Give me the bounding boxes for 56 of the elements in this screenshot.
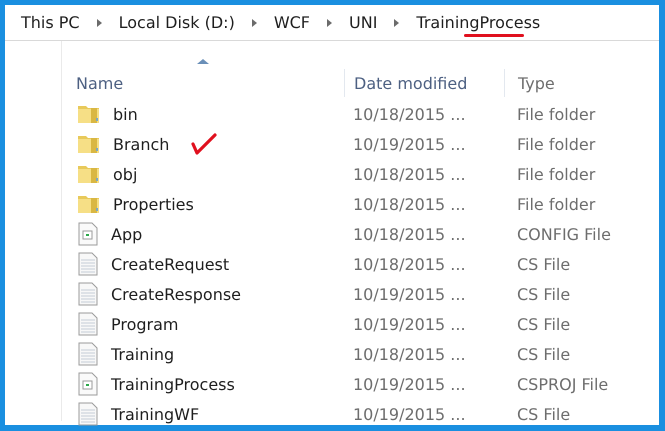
type-cell: CS File [517,284,570,304]
type-cell: CS File [517,254,570,274]
date-cell: 10/19/2015 ... [353,314,466,334]
type-cell: File folder [517,104,596,124]
type-cell: CS File [517,344,570,364]
text-file-icon [77,252,99,276]
project-file-icon [77,222,99,246]
date-cell: 10/18/2015 ... [353,224,466,244]
folder-icon [77,163,101,185]
file-name[interactable]: CreateRequest [111,254,230,274]
type-cell: File folder [517,134,596,154]
date-cell: 10/18/2015 ... [353,344,466,364]
chevron-icon [327,18,332,26]
type-cell: CS File [517,404,570,424]
date-cell: 10/19/2015 ... [353,404,466,424]
date-cell: 10/19/2015 ... [353,374,466,394]
file-name[interactable]: Program [111,314,179,334]
file-name[interactable]: Properties [113,194,194,214]
text-file-icon [77,402,99,426]
file-name[interactable]: obj [113,164,138,184]
breadcrumb-item[interactable]: Local Disk (D:) [118,13,235,32]
text-file-icon [77,282,99,306]
breadcrumb-item[interactable]: WCF [274,13,310,32]
column-header[interactable]: Date modified [354,74,468,92]
chevron-icon [252,18,257,26]
text-file-icon [77,312,99,336]
folder-icon [77,193,101,215]
date-cell: 10/18/2015 ... [353,104,466,124]
type-cell: CS File [517,314,570,334]
file-name[interactable]: Branch [113,134,170,154]
text-file-icon [77,342,99,366]
file-name[interactable]: App [111,224,142,244]
chevron-icon [394,18,400,26]
file-name[interactable]: bin [113,104,138,124]
date-cell: 10/19/2015 ... [353,134,466,154]
date-cell: 10/18/2015 ... [353,194,466,214]
type-cell: CONFIG File [517,224,611,244]
file-name[interactable]: CreateResponse [111,284,242,304]
breadcrumb-item[interactable]: TrainingProcess [416,13,540,32]
chevron-icon [96,18,102,26]
folder-icon [77,103,101,125]
date-cell: 10/19/2015 ... [353,284,466,304]
column-header[interactable]: Name [76,74,124,92]
project-file-icon [77,372,99,396]
folder-icon [77,133,101,155]
breadcrumb-item[interactable]: UNI [349,13,378,32]
date-cell: 10/18/2015 ... [353,254,466,274]
file-name[interactable]: TrainingProcess [111,374,235,394]
type-cell: File folder [517,164,596,184]
date-cell: 10/18/2015 ... [353,164,466,184]
type-cell: CSPROJ File [517,374,608,394]
file-name[interactable]: TrainingWF [111,404,200,424]
file-name[interactable]: Training [111,344,174,364]
column-header[interactable]: Type [518,74,555,92]
type-cell: File folder [517,194,596,214]
breadcrumb-item[interactable]: This PC [21,13,80,32]
